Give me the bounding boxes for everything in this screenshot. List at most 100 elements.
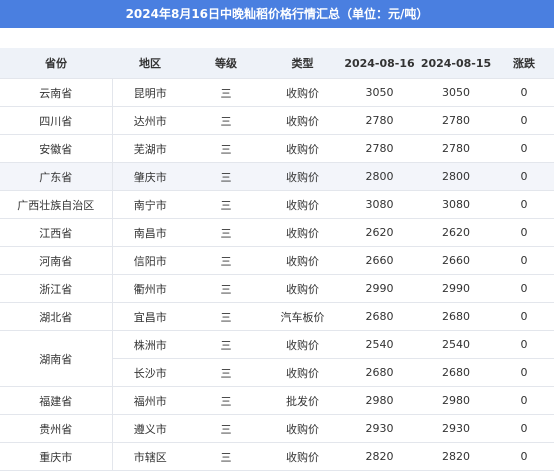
cell-province: 广东省 (0, 162, 113, 191)
cell-price-0815: 3080 (418, 190, 494, 219)
table-row: 云南省 昆明市 三 收购价 3050 3050 0 (0, 78, 554, 107)
cell-grade: 三 (188, 330, 264, 359)
cell-province: 湖南省 (0, 330, 113, 387)
table-row: 贵州省 遵义市 三 收购价 2930 2930 0 (0, 414, 554, 443)
table-row: 福建省 福州市 三 批发价 2980 2980 0 (0, 386, 554, 415)
cell-change: 0 (494, 246, 554, 275)
cell-region: 芜湖市 (112, 134, 188, 163)
cell-change: 0 (494, 274, 554, 303)
cell-price-0816: 2930 (341, 414, 418, 443)
cell-grade: 三 (188, 414, 264, 443)
cell-type: 收购价 (264, 358, 341, 387)
table-row: 安徽省 芜湖市 三 收购价 2780 2780 0 (0, 134, 554, 163)
cell-province: 广西壮族自治区 (0, 190, 113, 219)
cell-grade: 三 (188, 190, 264, 219)
cell-type: 收购价 (264, 414, 341, 443)
header-type: 类型 (264, 48, 341, 79)
cell-grade: 三 (188, 246, 264, 275)
cell-price-0816: 2780 (341, 106, 418, 135)
cell-price-0815: 2680 (418, 358, 494, 387)
cell-region: 达州市 (112, 106, 188, 135)
table-row: 河南省 信阳市 三 收购价 2660 2660 0 (0, 246, 554, 275)
header-date-0816: 2024-08-16 (341, 48, 418, 79)
header-province: 省份 (0, 48, 112, 79)
cell-region: 市辖区 (112, 442, 188, 471)
table-row: 四川省 达州市 三 收购价 2780 2780 0 (0, 106, 554, 135)
cell-grade: 三 (188, 134, 264, 163)
cell-price-0815: 2780 (418, 106, 494, 135)
cell-price-0815: 2660 (418, 246, 494, 275)
cell-province: 贵州省 (0, 414, 113, 443)
cell-type: 收购价 (264, 330, 341, 359)
cell-change: 0 (494, 442, 554, 471)
cell-price-0816: 2800 (341, 162, 418, 191)
cell-grade: 三 (188, 218, 264, 247)
cell-province: 重庆市 (0, 442, 113, 471)
cell-price-0816: 2660 (341, 246, 418, 275)
header-change: 涨跌 (494, 48, 554, 79)
cell-type: 批发价 (264, 386, 341, 415)
cell-region: 南宁市 (112, 190, 188, 219)
cell-change: 0 (494, 302, 554, 331)
cell-type: 收购价 (264, 134, 341, 163)
cell-grade: 三 (188, 302, 264, 331)
cell-price-0816: 2620 (341, 218, 418, 247)
cell-region: 福州市 (112, 386, 188, 415)
table-row: 广东省 肇庆市 三 收购价 2800 2800 0 (0, 162, 554, 191)
table-row: 浙江省 衢州市 三 收购价 2990 2990 0 (0, 274, 554, 303)
cell-region: 衢州市 (112, 274, 188, 303)
cell-price-0815: 2680 (418, 302, 494, 331)
cell-region: 株洲市 (112, 330, 188, 359)
cell-grade: 三 (188, 274, 264, 303)
cell-type: 收购价 (264, 218, 341, 247)
cell-type: 收购价 (264, 106, 341, 135)
title-spacer (0, 28, 554, 48)
cell-price-0815: 2990 (418, 274, 494, 303)
cell-change: 0 (494, 330, 554, 359)
cell-price-0815: 2980 (418, 386, 494, 415)
cell-price-0815: 2820 (418, 442, 494, 471)
cell-region: 信阳市 (112, 246, 188, 275)
cell-province: 安徽省 (0, 134, 113, 163)
cell-change: 0 (494, 106, 554, 135)
cell-province: 河南省 (0, 246, 113, 275)
cell-province: 四川省 (0, 106, 113, 135)
cell-region: 遵义市 (112, 414, 188, 443)
table-row: 江西省 南昌市 三 收购价 2620 2620 0 (0, 218, 554, 247)
cell-price-0816: 2990 (341, 274, 418, 303)
price-table-panel: 2024年8月16日中晚籼稻价格行情汇总（单位：元/吨） 省份 地区 等级 类型… (0, 0, 554, 472)
table-header-row: 省份 地区 等级 类型 2024-08-16 2024-08-15 涨跌 (0, 48, 554, 79)
cell-change: 0 (494, 162, 554, 191)
cell-change: 0 (494, 386, 554, 415)
cell-grade: 三 (188, 162, 264, 191)
cell-region: 南昌市 (112, 218, 188, 247)
cell-change: 0 (494, 414, 554, 443)
cell-type: 收购价 (264, 246, 341, 275)
cell-type: 汽车板价 (264, 302, 341, 331)
table-row: 湖南省 株洲市 三 收购价 2540 2540 0 (0, 330, 554, 387)
cell-change: 0 (494, 218, 554, 247)
cell-region: 肇庆市 (112, 162, 188, 191)
header-grade: 等级 (188, 48, 264, 79)
cell-price-0816: 2680 (341, 358, 418, 387)
cell-type: 收购价 (264, 78, 341, 107)
cell-price-0815: 2620 (418, 218, 494, 247)
cell-price-0815: 2780 (418, 134, 494, 163)
cell-type: 收购价 (264, 274, 341, 303)
cell-price-0816: 2680 (341, 302, 418, 331)
cell-province: 湖北省 (0, 302, 113, 331)
cell-price-0815: 2800 (418, 162, 494, 191)
cell-grade: 三 (188, 78, 264, 107)
cell-price-0816: 2980 (341, 386, 418, 415)
cell-province: 江西省 (0, 218, 113, 247)
table-row: 重庆市 市辖区 三 收购价 2820 2820 0 (0, 442, 554, 471)
cell-province: 云南省 (0, 78, 113, 107)
header-region: 地区 (112, 48, 188, 79)
cell-price-0815: 3050 (418, 78, 494, 107)
cell-change: 0 (494, 134, 554, 163)
cell-type: 收购价 (264, 190, 341, 219)
cell-region: 长沙市 (112, 358, 188, 387)
cell-price-0815: 2540 (418, 330, 494, 359)
cell-grade: 三 (188, 386, 264, 415)
cell-region: 宜昌市 (112, 302, 188, 331)
